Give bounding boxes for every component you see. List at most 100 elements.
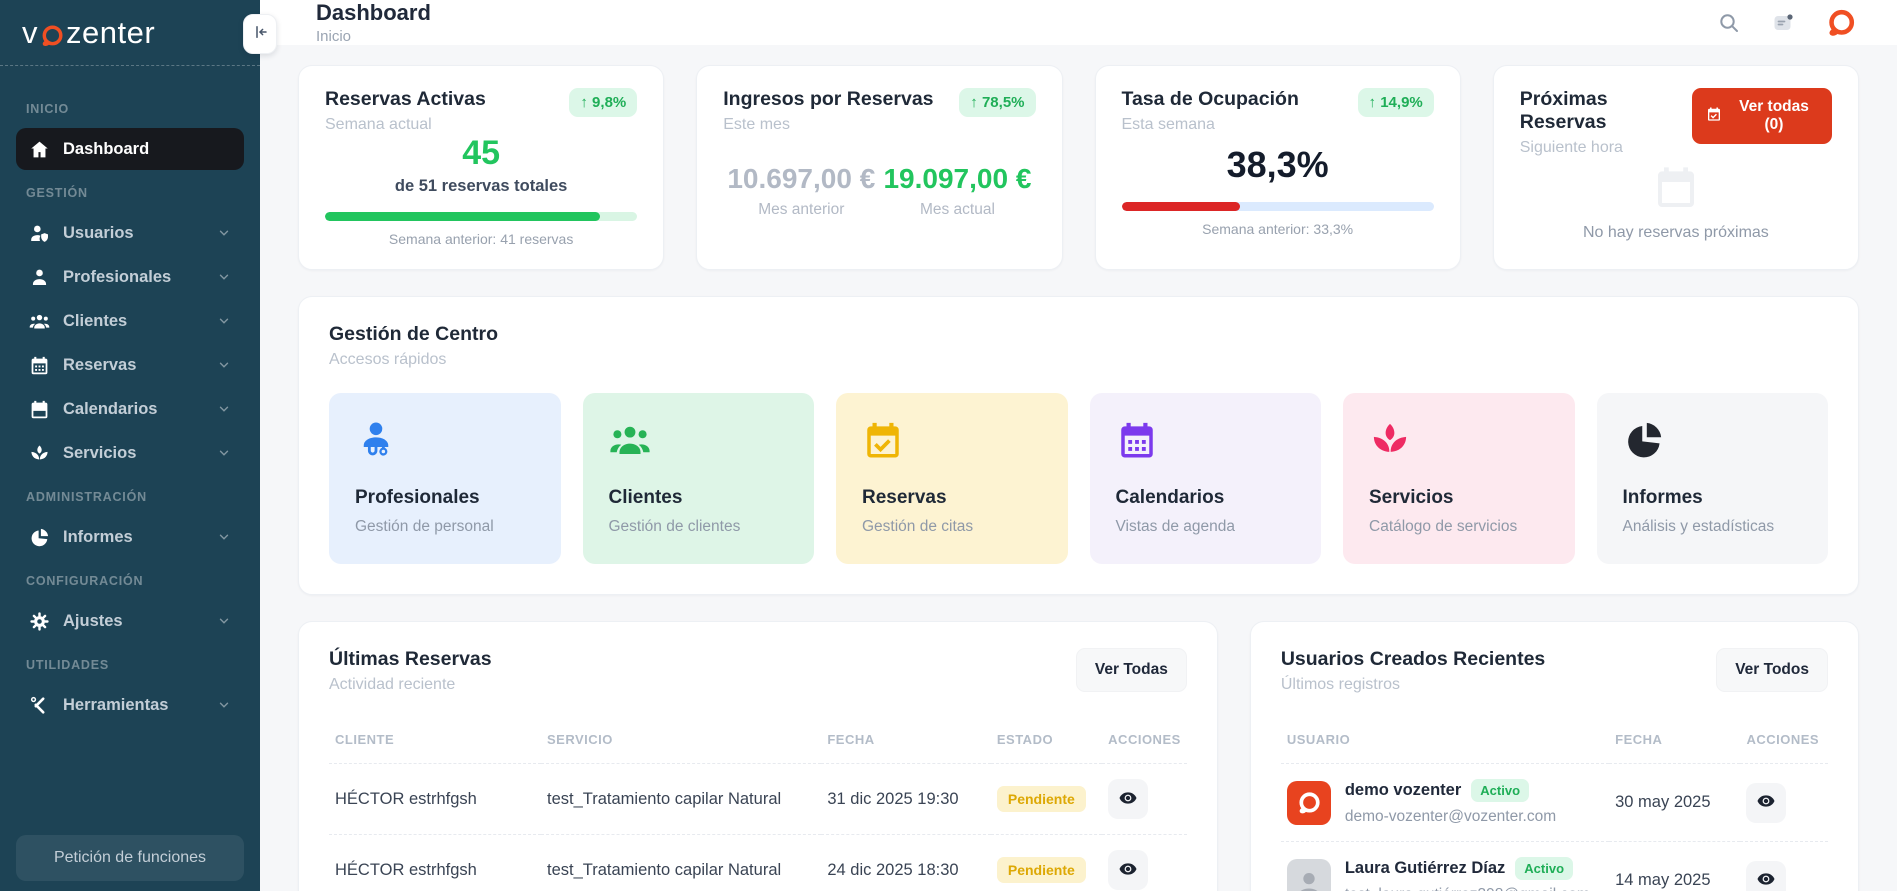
calendar-check-icon [1706,106,1722,127]
collapse-arrow-icon [251,23,269,46]
nav-section-label: INICIO [26,102,69,116]
sidebar-item-profesionales[interactable]: Profesionales [16,256,244,298]
view-booking-button[interactable] [1108,850,1149,890]
sidebar-item-ajustes[interactable]: Ajustes [16,600,244,642]
ver-todas-button[interactable]: Ver todas (0) [1692,88,1832,144]
stat-value: 45 [462,134,501,172]
table-row: HÉCTOR estrhfgsh test_Tratamiento capila… [329,763,1187,835]
tile-label: Profesionales [355,487,480,508]
card-subtitle: Esta semana [1121,116,1215,133]
feature-request-button[interactable]: Petición de funciones [16,835,244,881]
trend-badge: ↑ 78,5% [959,88,1036,117]
current-month-label: Mes actual [919,200,995,218]
card-title: Reservas Activas [325,88,486,110]
card-subtitle: Siguiente hora [1519,139,1623,156]
status-badge: Pendiente [996,786,1086,812]
users-table: USUARIO FECHA ACCIONES demo vozenter Act… [1280,722,1828,891]
sidebar-item-label: Usuarios [63,223,134,242]
panel-subtitle: Actividad reciente [329,676,456,693]
sidebar: v zenter INICIO Dashboard GESTIÓN Usuario… [0,0,277,891]
sidebar-item-servicios[interactable]: Servicios [16,432,244,474]
profile-avatar[interactable] [1825,7,1857,39]
stat-footnote: Semana anterior: 41 reservas [388,231,574,247]
vozenter-logo: v zenter [22,15,155,51]
sidebar-item-label: Calendarios [63,399,158,418]
tile-caption: Vistas de agenda [1115,518,1236,535]
person-avatar [1286,858,1331,891]
tile-reservas[interactable]: Reservas Gestión de citas [836,393,1068,564]
ver-todos-users-button[interactable]: Ver Todos [1716,648,1828,692]
sidebar-item-label: Ajustes [63,611,123,630]
view-user-button[interactable] [1746,782,1787,823]
topbar: Dashboard Inicio [260,0,1897,45]
eye-icon [1118,859,1138,882]
sidebar-item-herramientas[interactable]: Herramientas [16,684,244,726]
col-header: FECHA [827,732,875,747]
prev-month-label: Mes anterior [758,200,845,218]
progress-bar [1121,202,1434,211]
cell-fecha: 24 dic 2025 18:30 [821,834,991,891]
view-booking-button[interactable] [1108,779,1149,819]
sidebar-item-label: Reservas [63,355,137,374]
col-header: ACCIONES [1108,732,1181,747]
panel-subtitle: Accesos rápidos [329,351,447,368]
sidebar-item-label: Herramientas [63,695,169,714]
tile-label: Reservas [862,487,947,508]
chevron-down-icon [217,270,231,284]
spa-icon [29,443,50,464]
stat-value: 38,3% [1226,144,1329,185]
chevron-down-icon [217,698,231,712]
nav-section-label: UTILIDADES [26,658,109,672]
tile-label: Informes [1622,487,1703,508]
logo-text: v [22,14,38,50]
col-header: SERVICIO [547,732,613,747]
table-row: demo vozenter Activo demo-vozenter@vozen… [1280,763,1828,842]
cell-servicio: test_Tratamiento capilar Natural [541,834,822,891]
sidebar-item-clientes[interactable]: Clientes [16,300,244,342]
panel-title: Usuarios Creados Recientes [1280,648,1546,670]
panel-title: Últimas Reservas [329,648,492,670]
page-title: Dashboard [316,0,431,25]
logo-text: zenter [66,14,156,50]
sidebar-item-reservas[interactable]: Reservas [16,344,244,386]
tile-informes[interactable]: Informes Análisis y estadísticas [1596,393,1828,564]
search-icon[interactable] [1717,11,1741,35]
tile-clientes[interactable]: Clientes Gestión de clientes [582,393,814,564]
eye-icon [1756,791,1776,814]
empty-state-text: No hay reservas próximas [1582,223,1769,241]
nav-section-label: ADMINISTRACIÓN [26,490,147,504]
panel-subtitle: Últimos registros [1280,676,1400,693]
cell-fecha: 31 dic 2025 19:30 [821,763,991,835]
users-icon [29,311,50,332]
status-badge: Pendiente [996,857,1086,883]
ver-todas-bookings-button[interactable]: Ver Todas [1075,648,1187,692]
messages-icon[interactable] [1771,11,1795,35]
card-title: Próximas Reservas [1519,88,1608,133]
user-icon [29,267,50,288]
tile-servicios[interactable]: Servicios Catálogo de servicios [1343,393,1575,564]
chevron-down-icon [217,530,231,544]
tile-caption: Catálogo de servicios [1369,518,1518,535]
cell-fecha: 30 may 2025 [1609,763,1741,842]
progress-bar [325,212,638,221]
tile-profesionales[interactable]: Profesionales Gestión de personal [329,393,561,564]
sidebar-item-calendarios[interactable]: Calendarios [16,388,244,430]
sidebar-item-label: Clientes [63,311,128,330]
sidebar-item-informes[interactable]: Informes [16,516,244,558]
cell-servicio: test_Tratamiento capilar Natural [541,763,822,835]
sidebar-nav: INICIO Dashboard GESTIÓN Usuarios Profes… [0,66,260,821]
stat-footnote: Semana anterior: 33,3% [1202,221,1354,237]
current-month-value: 19.097,00 € [883,162,1032,194]
sidebar-item-usuarios[interactable]: Usuarios [16,212,244,254]
chevron-down-icon [217,226,231,240]
breadcrumb: Inicio [316,28,352,45]
nav-section-label: GESTIÓN [26,186,88,200]
col-header: CLIENTE [335,732,395,747]
sidebar-item-dashboard[interactable]: Dashboard [16,128,244,170]
view-user-button[interactable] [1746,860,1787,891]
trend-badge: ↑ 14,9% [1357,88,1434,117]
tile-calendarios[interactable]: Calendarios Vistas de agenda [1089,393,1321,564]
recent-users-panel: Usuarios Creados Recientes Últimos regis… [1249,621,1859,891]
sidebar-collapse-button[interactable] [243,14,277,54]
tile-caption: Análisis y estadísticas [1622,518,1775,535]
